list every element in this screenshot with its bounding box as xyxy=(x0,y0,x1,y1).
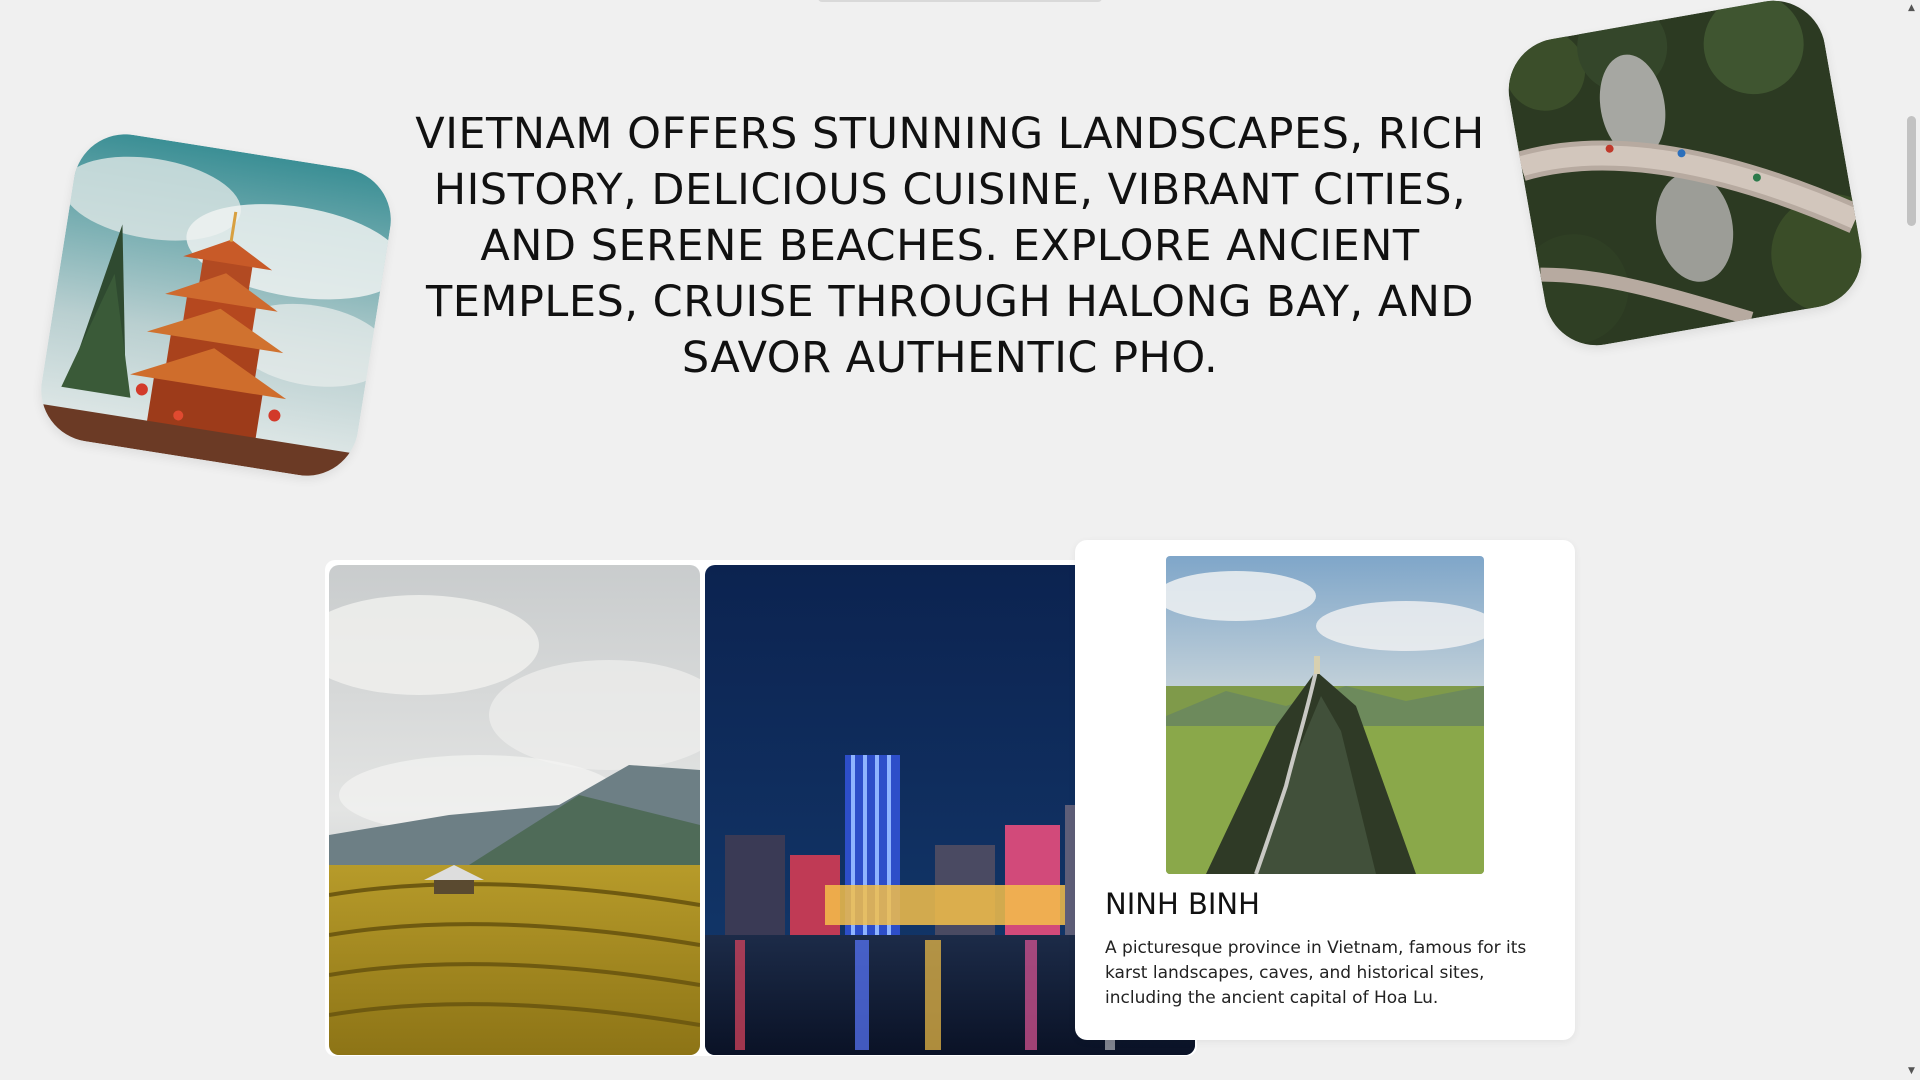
golden-bridge-photo xyxy=(1500,0,1870,354)
pagoda-photo xyxy=(33,126,399,484)
bridge-illustration xyxy=(1500,0,1870,354)
pagoda-illustration xyxy=(33,126,399,484)
featured-description: A picturesque province in Vietnam, famou… xyxy=(1105,938,1527,1008)
featured-destination-card[interactable]: NINH BINH A picturesque province in Viet… xyxy=(1075,540,1575,1040)
top-pill-decoration xyxy=(818,0,1102,2)
page: VIETNAM OFFERS STUNNING LANDSCAPES, RICH… xyxy=(0,0,1920,1080)
ninh-binh-illustration xyxy=(1166,556,1484,874)
triangle-down-icon[interactable]: ▼ xyxy=(1907,1067,1916,1076)
rice-terrace-illustration xyxy=(329,565,700,1055)
triangle-up-icon[interactable]: ▲ xyxy=(1907,4,1916,13)
ninh-binh-photo xyxy=(1166,556,1484,874)
hero-text: VIETNAM OFFERS STUNNING LANDSCAPES, RICH… xyxy=(415,109,1485,383)
scrollbar-thumb[interactable] xyxy=(1907,116,1916,226)
destination-gallery xyxy=(325,560,1197,1056)
featured-title: NINH BINH xyxy=(1105,887,1260,921)
page-scrollbar[interactable]: ▲ ▼ xyxy=(1903,0,1920,1080)
rice-terrace-card[interactable] xyxy=(329,565,700,1055)
